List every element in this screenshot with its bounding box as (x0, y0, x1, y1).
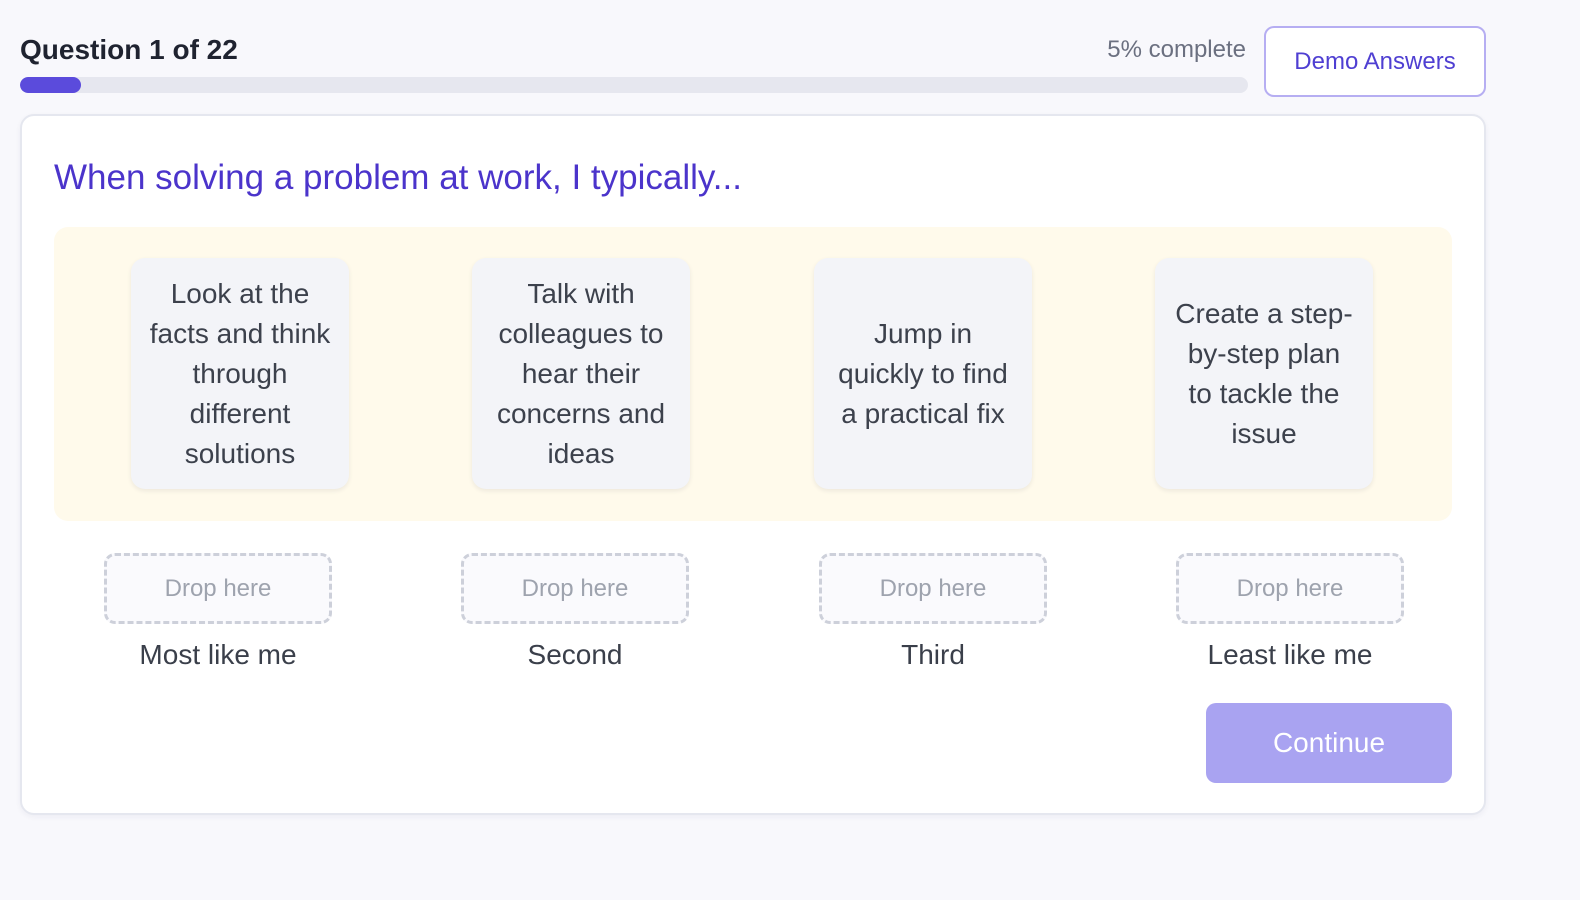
rank-label-second: Second (527, 639, 623, 670)
option-card-1[interactable]: Look at the facts and think through diff… (131, 258, 349, 489)
rank-label-most-like-me: Most like me (139, 639, 297, 670)
drop-zone-third[interactable]: Drop here (819, 553, 1047, 624)
question-card: When solving a problem at work, I typica… (20, 114, 1486, 815)
progress-bar (20, 77, 1248, 93)
options-area[interactable]: Look at the facts and think through diff… (54, 227, 1452, 521)
progress-label: 5% complete (1107, 36, 1246, 63)
option-card-3[interactable]: Jump in quickly to find a practical fix (814, 258, 1032, 489)
rank-slot-second: Drop here Second (460, 553, 690, 671)
drop-zone-least-like-me[interactable]: Drop here (1176, 553, 1404, 624)
question-prompt: When solving a problem at work, I typica… (54, 158, 742, 197)
rank-slot-third: Drop here Third (818, 553, 1048, 671)
continue-button[interactable]: Continue (1206, 703, 1452, 783)
rank-slot-least-like-me: Drop here Least like me (1175, 553, 1405, 671)
option-card-2[interactable]: Talk with colleagues to hear their conce… (472, 258, 690, 489)
drop-zone-most-like-me[interactable]: Drop here (104, 553, 332, 624)
drop-zone-second[interactable]: Drop here (461, 553, 689, 624)
progress-header: Question 1 of 22 5% complete Demo Answer… (20, 26, 1486, 98)
option-card-4[interactable]: Create a step-by-step plan to tackle the… (1155, 258, 1373, 489)
question-counter: Question 1 of 22 (20, 34, 238, 65)
rank-label-third: Third (901, 639, 965, 670)
assessment-page: Question 1 of 22 5% complete Demo Answer… (0, 0, 1580, 900)
rank-label-least-like-me: Least like me (1207, 639, 1373, 670)
rank-slot-most-like-me: Drop here Most like me (103, 553, 333, 671)
progress-fill (20, 77, 82, 93)
demo-answers-button[interactable]: Demo Answers (1264, 26, 1486, 97)
